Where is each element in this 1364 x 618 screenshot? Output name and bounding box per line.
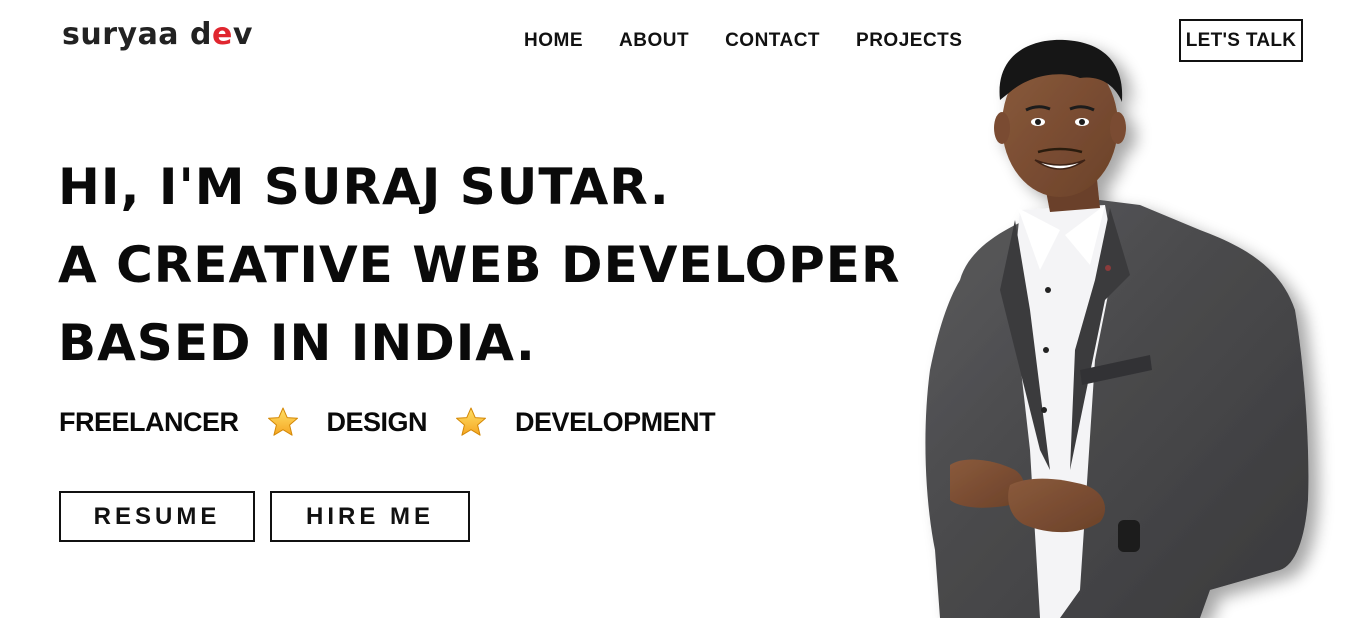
site-logo[interactable]: suryaa dev: [62, 20, 253, 50]
page: suryaa dev HOME ABOUT CONTACT PROJECTS L…: [0, 0, 1364, 618]
nav-link-about[interactable]: ABOUT: [619, 30, 689, 52]
logo-text-main: suryaa d: [62, 17, 212, 52]
hero-heading: HI, I'M SURAJ SUTAR. A CREATIVE WEB DEVE…: [58, 148, 900, 382]
hero-line-1: HI, I'M SURAJ SUTAR.: [58, 158, 670, 216]
main-nav: HOME ABOUT CONTACT PROJECTS: [524, 30, 962, 52]
tag-freelancer: FREELANCER: [59, 406, 239, 437]
hero-tags: FREELANCER DESIGN DEVELOPMENT: [59, 406, 716, 438]
nav-link-home[interactable]: HOME: [524, 30, 583, 52]
hero-line-3: BASED IN INDIA.: [58, 314, 536, 372]
hire-me-button[interactable]: HIRE ME: [270, 491, 470, 542]
logo-text-end: v: [232, 17, 253, 52]
logo-text-accent: e: [211, 17, 233, 52]
star-icon: [456, 407, 487, 436]
star-icon: [267, 407, 298, 436]
tag-design: DESIGN: [326, 406, 428, 437]
nav-link-contact[interactable]: CONTACT: [725, 30, 820, 52]
resume-button[interactable]: RESUME: [59, 491, 255, 542]
profile-photo: [925, 39, 1309, 618]
tag-development: DEVELOPMENT: [515, 406, 716, 437]
hero-line-2: A CREATIVE WEB DEVELOPER: [58, 236, 901, 294]
